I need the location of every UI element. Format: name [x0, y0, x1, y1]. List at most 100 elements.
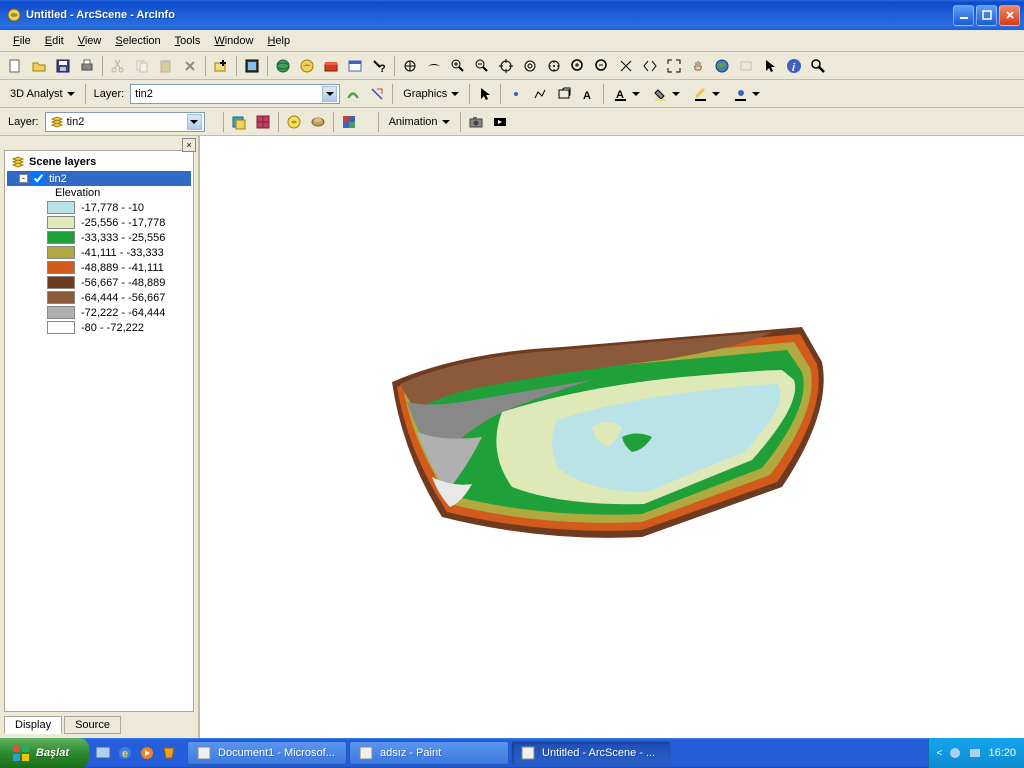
maximize-button[interactable] — [976, 5, 997, 26]
macros-icon[interactable] — [344, 55, 366, 77]
menu-window[interactable]: Window — [207, 33, 260, 49]
menu-edit[interactable]: Edit — [38, 33, 71, 49]
animation-dropdown[interactable]: Animation — [383, 111, 456, 133]
clock[interactable]: 16:20 — [988, 747, 1016, 759]
save-icon[interactable] — [52, 55, 74, 77]
modify-tin-icon[interactable] — [252, 111, 274, 133]
zoom-out-icon[interactable] — [471, 55, 493, 77]
line-icon[interactable] — [529, 83, 551, 105]
fill-color-dropdown[interactable] — [648, 83, 686, 105]
contour-icon[interactable] — [342, 83, 364, 105]
start-button[interactable]: Başlat — [0, 738, 89, 768]
help-icon[interactable]: ? — [368, 55, 390, 77]
arccatalog-icon[interactable] — [272, 55, 294, 77]
marker-color-dropdown[interactable] — [728, 83, 766, 105]
toggle-ortho-icon[interactable] — [735, 55, 757, 77]
legend-swatch — [47, 321, 75, 334]
wmp-icon[interactable] — [139, 745, 155, 761]
toolbox-icon[interactable] — [320, 55, 342, 77]
analyst-toolbar: 3D Analyst Layer: tin2 Graphics A A — [0, 80, 1024, 108]
svg-text:A: A — [583, 90, 591, 102]
capture-icon[interactable] — [465, 111, 487, 133]
delete-icon[interactable] — [179, 55, 201, 77]
legend-row: -48,889 - -41,111 — [7, 260, 191, 275]
copy-icon[interactable] — [131, 55, 153, 77]
graphics-dropdown[interactable]: Graphics — [397, 83, 465, 105]
arcmap-icon[interactable] — [296, 55, 318, 77]
play-controls-icon[interactable] — [489, 111, 511, 133]
full-extent-globe-icon[interactable] — [711, 55, 733, 77]
layers-icon — [11, 155, 25, 169]
new-icon[interactable] — [4, 55, 26, 77]
legend-row: -80 - -72,222 — [7, 320, 191, 335]
select-arrow-icon[interactable] — [759, 55, 781, 77]
3d-viewport[interactable] — [200, 136, 1024, 738]
tab-source[interactable]: Source — [64, 716, 121, 734]
legend-row: -41,111 - -33,333 — [7, 245, 191, 260]
zoom-in-fixed-icon[interactable] — [567, 55, 589, 77]
minimize-button[interactable] — [953, 5, 974, 26]
fly-icon[interactable] — [423, 55, 445, 77]
legend-swatch — [47, 246, 75, 259]
legend-swatch — [47, 306, 75, 319]
surface-icon[interactable] — [307, 111, 329, 133]
select-graphics-icon[interactable] — [474, 83, 496, 105]
tray-icon-1[interactable] — [948, 746, 962, 760]
reclassify-icon[interactable] — [338, 111, 360, 133]
widen-fov-icon[interactable] — [639, 55, 661, 77]
taskbar-item[interactable]: Document1 - Microsof... — [187, 741, 347, 765]
font-color-dropdown[interactable]: A — [608, 83, 646, 105]
print-icon[interactable] — [76, 55, 98, 77]
legend-swatch — [47, 231, 75, 244]
zoom-in-icon[interactable] — [447, 55, 469, 77]
scene-properties-icon[interactable] — [241, 55, 263, 77]
layer-visibility-checkbox[interactable] — [32, 172, 45, 185]
identify-icon[interactable]: i — [783, 55, 805, 77]
navigate-icon[interactable] — [399, 55, 421, 77]
taskbar-item[interactable]: adsız - Paint — [349, 741, 509, 765]
menu-help[interactable]: Help — [260, 33, 297, 49]
layer-tin2[interactable]: - tin2 — [7, 171, 191, 186]
narrow-fov-icon[interactable] — [615, 55, 637, 77]
pan-icon[interactable] — [687, 55, 709, 77]
layer-combo[interactable]: tin2 — [130, 84, 340, 104]
rectangle-icon[interactable] — [553, 83, 575, 105]
terrain-render — [362, 292, 862, 582]
classification-label: Elevation — [7, 186, 191, 200]
text-icon[interactable]: A — [577, 83, 599, 105]
tray-chevron-icon[interactable]: < — [937, 748, 943, 759]
find-icon[interactable] — [807, 55, 829, 77]
standard-toolbar: ? i — [0, 52, 1024, 80]
interpolate-icon[interactable] — [283, 111, 305, 133]
toc-close-button[interactable]: × — [182, 138, 196, 152]
close-button[interactable] — [999, 5, 1020, 26]
line-color-dropdown[interactable] — [688, 83, 726, 105]
open-icon[interactable] — [28, 55, 50, 77]
show-desktop-icon[interactable] — [95, 745, 111, 761]
point-icon[interactable] — [505, 83, 527, 105]
app-icon[interactable] — [161, 745, 177, 761]
set-observer-icon[interactable] — [543, 55, 565, 77]
cut-icon[interactable] — [107, 55, 129, 77]
zoom-target-icon[interactable] — [519, 55, 541, 77]
create-tin-icon[interactable] — [228, 111, 250, 133]
center-target-icon[interactable] — [495, 55, 517, 77]
menu-view[interactable]: View — [71, 33, 109, 49]
legend-row: -25,556 - -17,778 — [7, 215, 191, 230]
legend-row: -33,333 - -25,556 — [7, 230, 191, 245]
tab-display[interactable]: Display — [4, 716, 62, 734]
tray-icon-2[interactable] — [968, 746, 982, 760]
menu-file[interactable]: File — [6, 33, 38, 49]
zoom-out-fixed-icon[interactable] — [591, 55, 613, 77]
legend-swatch — [47, 216, 75, 229]
menu-tools[interactable]: Tools — [168, 33, 208, 49]
paste-icon[interactable] — [155, 55, 177, 77]
layer-combo-2[interactable]: tin2 — [45, 112, 205, 132]
full-extent-icon[interactable] — [663, 55, 685, 77]
menu-selection[interactable]: Selection — [108, 33, 167, 49]
steepest-path-icon[interactable] — [366, 83, 388, 105]
add-data-icon[interactable] — [210, 55, 232, 77]
ie-icon[interactable]: e — [117, 745, 133, 761]
taskbar-item[interactable]: Untitled - ArcScene - ... — [511, 741, 671, 765]
3d-analyst-dropdown[interactable]: 3D Analyst — [4, 83, 81, 105]
